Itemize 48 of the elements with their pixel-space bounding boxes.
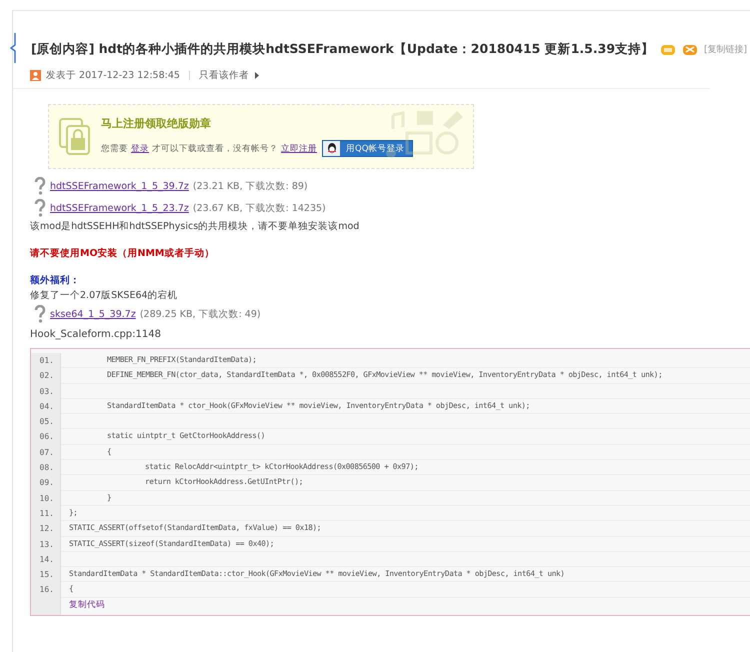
- file-info: (289.25 KB, 下载次数: 49): [140, 308, 261, 320]
- post-date: 发表于 2017-12-23 12:58:45: [46, 69, 180, 82]
- caret-icon: [254, 72, 260, 79]
- line-number: 13.: [31, 536, 61, 552]
- line-number: 06.: [31, 429, 61, 445]
- line-number: 11.: [31, 506, 61, 522]
- penguin-icon: [326, 143, 336, 154]
- line-number: 15.: [31, 567, 61, 582]
- notice-text: 您需要: [101, 142, 128, 154]
- file-link[interactable]: hdtSSEFramework_1_5_23.7z: [50, 202, 189, 214]
- copy-code-link[interactable]: 复制代码: [61, 598, 105, 615]
- warning-text: 请不要使用MO安装（用NMM或者手动）: [30, 246, 216, 261]
- separator: |: [188, 70, 192, 81]
- line-number: 16.: [31, 582, 61, 598]
- question-mark-icon: [34, 199, 46, 217]
- badge-icon: [660, 42, 676, 56]
- badge-icon: [682, 42, 698, 56]
- register-link[interactable]: 立即注册: [281, 142, 317, 154]
- bracket-icon: [10, 33, 16, 63]
- line-number: 04.: [31, 398, 61, 414]
- file-link[interactable]: skse64_1_5_39.7z: [50, 308, 136, 320]
- file-info: (23.21 KB, 下载次数: 89): [192, 180, 308, 192]
- line-number: 05.: [31, 414, 61, 430]
- file-link[interactable]: hdtSSEFramework_1_5_39.7z: [50, 180, 189, 192]
- line-number: 02.: [31, 368, 61, 384]
- line-number: 14.: [31, 552, 61, 568]
- author-only-link[interactable]: 只看该作者: [199, 69, 250, 82]
- user-icon: [30, 70, 41, 81]
- qq-login-button[interactable]: 用QQ帐号登录: [322, 140, 414, 157]
- post-title: [原创内容] hdt的各种小插件的共用模块hdtSSEFramework【Update：20180415 更新1.5.39支持】: [31, 40, 654, 58]
- line-number: 01.: [31, 353, 61, 368]
- login-link[interactable]: 登录: [131, 142, 149, 154]
- line-number: 10.: [31, 490, 61, 506]
- code-caption: Hook_Scaleform.cpp:1148: [30, 329, 162, 340]
- line-number: 03.: [31, 384, 61, 399]
- post-text: 修复了一个2.07版SKSE64的宕机: [30, 289, 179, 303]
- line-number: 08.: [31, 460, 61, 476]
- line-number: 09.: [31, 475, 61, 491]
- question-mark-icon: [34, 177, 46, 195]
- question-mark-icon: [34, 305, 46, 323]
- file-info: (23.67 KB, 下载次数: 14235): [192, 202, 326, 214]
- post-text: 该mod是hdtSSEHH和hdtSSEPhysics的共用模块，请不要单独安装该mod: [30, 220, 360, 234]
- line-number: 12.: [31, 521, 61, 537]
- notice-heading: 马上注册领取绝版勋章: [101, 116, 212, 131]
- lock-icon: [59, 118, 91, 156]
- line-number: 07.: [31, 444, 61, 460]
- notice-text: 才可以下载或查看，没有帐号？: [152, 142, 278, 154]
- section-heading: 额外福利：: [30, 274, 81, 288]
